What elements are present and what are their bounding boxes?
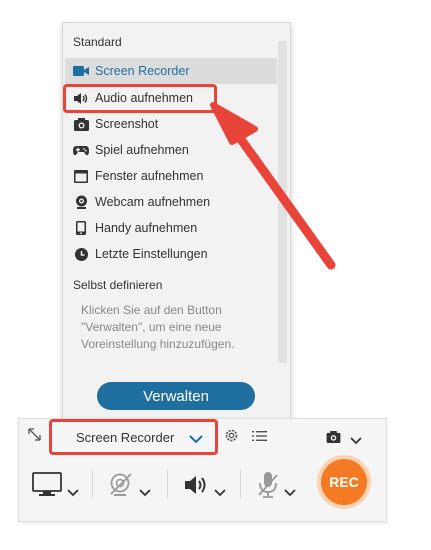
annotation-arrow xyxy=(210,102,336,270)
